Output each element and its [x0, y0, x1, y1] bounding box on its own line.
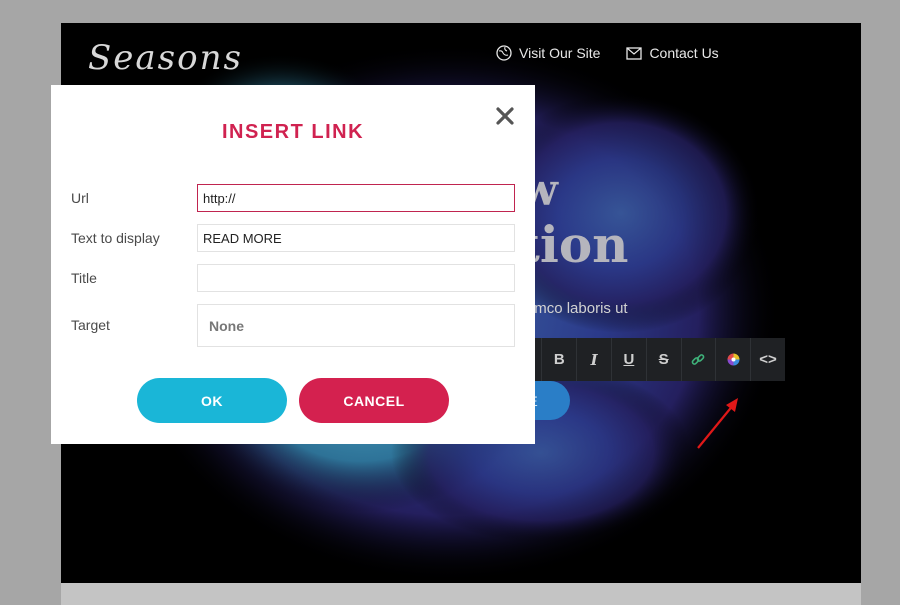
text-to-display-label: Text to display [71, 230, 160, 246]
site-logo[interactable]: Seasons [88, 38, 241, 78]
target-select[interactable]: None [197, 304, 515, 347]
color-wheel-icon [727, 353, 740, 366]
link-button[interactable] [680, 338, 716, 381]
dialog-title: INSERT LINK [221, 121, 365, 143]
bold-icon: B [553, 351, 565, 368]
url-input[interactable] [197, 184, 515, 212]
top-nav: Visit Our Site Contact Us [496, 45, 719, 61]
ok-button[interactable]: OK [137, 378, 287, 423]
underline-icon: U [623, 351, 635, 368]
nav-visit-label: Visit Our Site [519, 45, 601, 61]
text-to-display-input[interactable] [197, 224, 515, 252]
nav-contact-label: Contact Us [649, 45, 719, 61]
envelope-icon [626, 46, 643, 60]
title-input[interactable] [197, 264, 515, 292]
nav-visit-our-site[interactable]: Visit Our Site [496, 45, 600, 61]
close-icon[interactable] [494, 105, 516, 127]
strikethrough-icon: S [658, 351, 669, 368]
code-icon: <> [759, 351, 777, 368]
strikethrough-button[interactable]: S [645, 338, 681, 381]
italic-icon: I [590, 350, 598, 369]
color-button[interactable] [715, 338, 750, 381]
insert-link-dialog: INSERT LINK Url Text to display Title Ta… [51, 85, 535, 444]
target-label: Target [71, 317, 110, 333]
nav-contact-us[interactable]: Contact Us [626, 45, 719, 61]
url-label: Url [71, 190, 89, 206]
cancel-button[interactable]: CANCEL [299, 378, 449, 423]
bold-button[interactable]: B [541, 338, 576, 381]
italic-button[interactable]: I [576, 338, 611, 381]
page-footer-strip [61, 583, 861, 605]
link-icon [692, 353, 705, 365]
red-arrow-annotation [697, 398, 738, 449]
title-label: Title [71, 270, 97, 286]
code-button[interactable]: <> [750, 338, 785, 381]
globe-icon [496, 45, 512, 61]
target-selected-value: None [209, 317, 244, 334]
underline-button[interactable]: U [610, 338, 646, 381]
